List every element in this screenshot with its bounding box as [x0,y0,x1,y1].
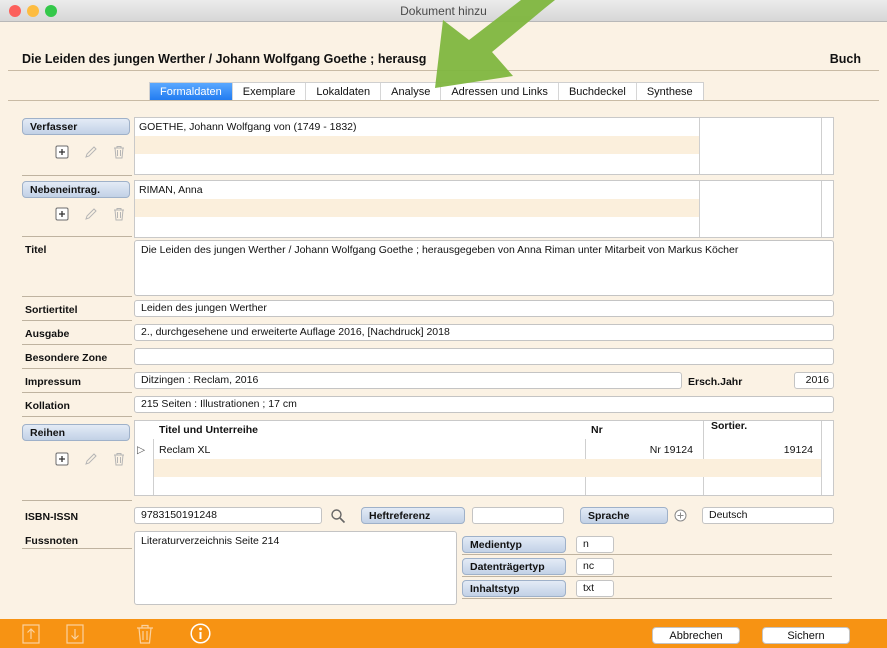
column-divider [821,181,822,237]
reihen-row-nr[interactable]: Nr 19124 [587,441,699,459]
column-divider [821,118,822,174]
edit-icon[interactable] [84,207,98,221]
info-icon[interactable] [190,623,211,644]
separator [22,392,132,393]
besondere-zone-label: Besondere Zone [25,352,108,364]
kollation-field[interactable]: 215 Seiten : Illustrationen ; 17 cm [134,396,834,413]
column-divider [699,181,700,237]
ausgabe-label: Ausgabe [25,328,70,340]
isbn-label: ISBN-ISSN [25,511,79,523]
separator [22,236,132,237]
import-icon[interactable] [66,624,84,644]
expand-triangle-icon[interactable]: ▷ [135,441,153,459]
tab-lokaldaten[interactable]: Lokaldaten [306,83,382,101]
trash-icon[interactable] [112,452,126,466]
ersch-jahr-label: Ersch.Jahr [688,376,743,388]
window-titlebar: Dokument hinzu [0,0,887,22]
separator [22,320,132,321]
edit-icon[interactable] [84,452,98,466]
separator [22,416,132,417]
reihen-row-sortier[interactable]: 19124 [705,441,819,459]
document-type: Buch [829,52,861,66]
search-icon[interactable] [330,508,346,524]
sortiertitel-field[interactable]: Leiden des jungen Werther [134,300,834,317]
heftreferenz-field[interactable] [472,507,564,524]
medientyp-button[interactable]: Medientyp [462,536,566,553]
column-header-nr: Nr [591,424,603,436]
separator [462,576,832,577]
tab-buchdeckel[interactable]: Buchdeckel [558,83,637,101]
column-divider [821,421,822,495]
sprache-field[interactable]: Deutsch [702,507,834,524]
nebeneintrag-list: RIMAN, Anna [134,180,834,238]
list-item [135,136,699,154]
column-header-titel: Titel und Unterreihe [159,424,258,436]
table-row [154,459,821,477]
inhaltstyp-field[interactable]: txt [576,580,614,597]
tab-adressen-und-links[interactable]: Adressen und Links [441,83,559,101]
fussnoten-label: Fussnoten [25,535,79,547]
separator [462,598,832,599]
add-icon[interactable] [55,207,69,221]
verfasser-entry[interactable]: GOETHE, Johann Wolfgang von (1749 - 1832… [135,118,699,136]
titel-field[interactable]: Die Leiden des jungen Werther / Johann W… [134,240,834,296]
export-icon[interactable] [22,624,40,644]
separator [22,368,132,369]
add-icon[interactable] [55,145,69,159]
nebeneintrag-entry[interactable]: RIMAN, Anna [135,181,699,199]
nebeneintrag-button[interactable]: Nebeneintrag. [22,181,130,198]
plus-circle-icon[interactable] [674,509,687,522]
ersch-jahr-field[interactable]: 2016 [794,372,834,389]
separator [462,554,832,555]
trash-icon[interactable] [112,207,126,221]
tab-exemplare[interactable]: Exemplare [232,83,307,101]
tab-bar: Formaldaten Exemplare Lokaldaten Analyse… [149,82,704,101]
edit-icon[interactable] [84,145,98,159]
reihen-row-title[interactable]: Reclam XL [155,441,585,459]
footer-bar: Abbrechen Sichern [0,619,887,648]
reihen-button[interactable]: Reihen [22,424,130,441]
titel-label: Titel [25,244,47,256]
tab-divider [8,100,879,101]
besondere-zone-field[interactable] [134,348,834,365]
separator [22,175,132,176]
tab-synthese[interactable]: Synthese [636,83,703,101]
separator [22,296,132,297]
document-title: Die Leiden des jungen Werther / Johann W… [22,52,427,66]
tab-formaldaten[interactable]: Formaldaten [150,83,233,101]
separator [22,344,132,345]
isbn-field[interactable]: 9783150191248 [134,507,322,524]
save-button[interactable]: Sichern [762,627,850,644]
datentraegertyp-field[interactable]: nc [576,558,614,575]
sortiertitel-label: Sortiertitel [25,304,78,316]
trash-icon[interactable] [112,145,126,159]
list-item [135,154,699,172]
list-item [135,217,699,235]
medientyp-field[interactable]: n [576,536,614,553]
trash-icon[interactable] [136,624,154,644]
reihen-table: Titel und Unterreihe Nr Sortier. ▷ Recla… [134,420,834,496]
cancel-button[interactable]: Abbrechen [652,627,740,644]
column-divider [699,118,700,174]
fussnoten-field[interactable]: Literaturverzeichnis Seite 214 [134,531,457,605]
header-divider [8,70,879,71]
separator [22,548,132,549]
datentraegertyp-button[interactable]: Datenträgertyp [462,558,566,575]
verfasser-list: GOETHE, Johann Wolfgang von (1749 - 1832… [134,117,834,175]
heftreferenz-button[interactable]: Heftreferenz [361,507,465,524]
window-title: Dokument hinzu [400,4,487,18]
list-item [135,199,699,217]
sprache-button[interactable]: Sprache [580,507,668,524]
impressum-label: Impressum [25,376,82,388]
add-icon[interactable] [55,452,69,466]
separator [22,500,132,501]
column-divider [703,421,704,495]
inhaltstyp-button[interactable]: Inhaltstyp [462,580,566,597]
ausgabe-field[interactable]: 2., durchgesehene und erweiterte Auflage… [134,324,834,341]
tab-analyse[interactable]: Analyse [381,83,442,101]
verfasser-button[interactable]: Verfasser [22,118,130,135]
kollation-label: Kollation [25,400,70,412]
column-header-sortier: Sortier. [711,420,748,432]
impressum-field[interactable]: Ditzingen : Reclam, 2016 [134,372,682,389]
